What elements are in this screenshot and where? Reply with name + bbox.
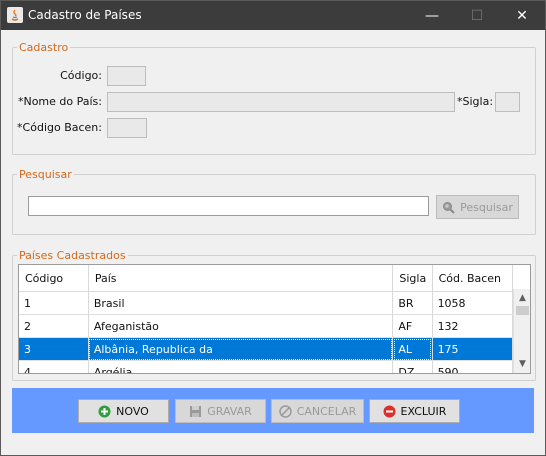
save-icon xyxy=(189,405,202,418)
cell-cod-bacen: 175 xyxy=(432,337,514,361)
table-row-selected[interactable]: 3 Albânia, Republica da AL 175 xyxy=(19,337,514,361)
gravar-button[interactable]: GRAVAR xyxy=(175,399,266,423)
cancelar-button-label: CANCELAR xyxy=(296,404,357,418)
cadastro-legend: Cadastro xyxy=(19,41,69,54)
scroll-down-icon[interactable]: ▼ xyxy=(514,357,530,371)
paises-table[interactable]: Código País Sigla Cód. Bacen 1 Brasil BR… xyxy=(18,264,531,374)
codigo-field[interactable] xyxy=(107,66,146,86)
column-header-codigo[interactable]: Código xyxy=(19,265,89,292)
sigla-label: *Sigla: xyxy=(457,95,494,108)
cell-sigla: AL xyxy=(392,337,433,361)
search-input[interactable] xyxy=(28,196,429,216)
cell-cod-bacen: 132 xyxy=(432,314,514,338)
maximize-icon[interactable]: ☐ xyxy=(455,1,499,30)
cell-codigo: 2 xyxy=(19,314,89,338)
cell-pais: Albânia, Republica da xyxy=(88,337,394,361)
codigo-bacen-field[interactable] xyxy=(107,118,147,138)
title-bar[interactable]: Cadastro de Países — ☐ ✕ xyxy=(1,1,545,30)
table-row[interactable]: 4 Argélia DZ 590 xyxy=(19,360,514,373)
close-icon[interactable]: ✕ xyxy=(500,1,544,30)
paises-grid: Código País Sigla Cód. Bacen 1 Brasil BR… xyxy=(19,265,514,373)
pesquisar-button-label: Pesquisar xyxy=(460,200,513,214)
cell-pais: Brasil xyxy=(88,291,394,315)
table-row[interactable]: 2 Afeganistão AF 132 xyxy=(19,314,514,338)
cancelar-button[interactable]: CANCELAR xyxy=(271,399,364,423)
minimize-icon[interactable]: — xyxy=(410,1,454,30)
vertical-scrollbar[interactable]: ▲ ▼ xyxy=(513,289,530,373)
codigo-label: Código: xyxy=(60,69,102,82)
cell-codigo: 4 xyxy=(19,360,89,373)
nome-pais-label: *Nome do País: xyxy=(17,95,102,108)
pesquisar-legend: Pesquisar xyxy=(19,168,72,181)
excluir-button[interactable]: EXCLUIR xyxy=(369,399,460,423)
cell-sigla: BR xyxy=(392,291,433,315)
search-icon xyxy=(442,201,455,214)
nome-pais-field[interactable] xyxy=(107,92,455,112)
column-header-sigla[interactable]: Sigla xyxy=(392,265,433,292)
novo-button[interactable]: NOVO xyxy=(78,399,169,423)
gravar-button-label: GRAVAR xyxy=(207,404,252,418)
scroll-up-icon[interactable]: ▲ xyxy=(514,291,530,305)
cell-sigla: AF xyxy=(392,314,433,338)
cell-codigo: 3 xyxy=(19,337,89,361)
column-header-pais[interactable]: País xyxy=(88,265,394,292)
cell-sigla: DZ xyxy=(392,360,433,373)
cell-codigo: 1 xyxy=(19,291,89,315)
plus-icon xyxy=(98,405,111,418)
cell-pais: Afeganistão xyxy=(88,314,394,338)
window-title: Cadastro de Países xyxy=(28,8,142,22)
paises-legend: Países Cadastrados xyxy=(19,249,126,262)
java-app-icon xyxy=(7,7,23,23)
delete-icon xyxy=(383,405,396,418)
sigla-field[interactable] xyxy=(495,92,520,112)
column-header-cod-bacen[interactable]: Cód. Bacen xyxy=(432,265,514,292)
excluir-button-label: EXCLUIR xyxy=(400,404,447,418)
novo-button-label: NOVO xyxy=(116,404,149,418)
cell-pais: Argélia xyxy=(88,360,394,373)
cell-cod-bacen: 590 xyxy=(432,360,514,373)
cancel-icon xyxy=(278,404,292,418)
codigo-bacen-label: *Código Bacen: xyxy=(17,121,102,134)
table-header: Código País Sigla Cód. Bacen xyxy=(19,265,514,292)
pesquisar-button[interactable]: Pesquisar xyxy=(436,195,519,219)
cell-cod-bacen: 1058 xyxy=(432,291,514,315)
app-window: Cadastro de Países — ☐ ✕ Cadastro Código… xyxy=(0,0,546,456)
scroll-thumb[interactable] xyxy=(516,306,529,315)
table-row[interactable]: 1 Brasil BR 1058 xyxy=(19,291,514,315)
